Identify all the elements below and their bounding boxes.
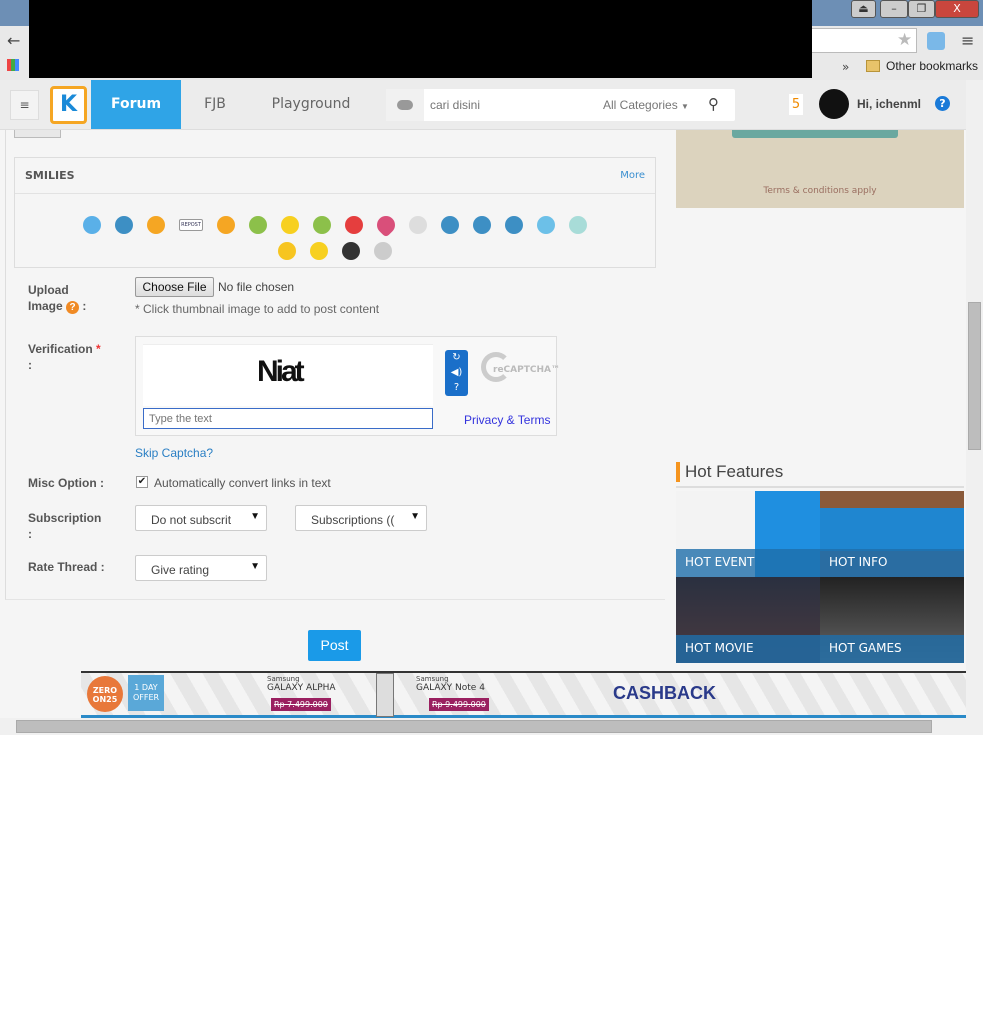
apps-icon[interactable] xyxy=(7,59,19,71)
subscription-type-select[interactable]: Subscriptions ((▼ xyxy=(295,505,427,531)
smilies-more-link[interactable]: More xyxy=(620,170,645,181)
smiley-icon[interactable] xyxy=(342,241,360,260)
profile-button[interactable]: ⏏ xyxy=(851,0,876,18)
close-window-button[interactable]: X xyxy=(935,0,979,18)
smiley-icon[interactable] xyxy=(537,215,555,234)
smiley-icon[interactable] xyxy=(217,215,235,234)
smiley-icon[interactable] xyxy=(345,215,363,234)
bookmarks-overflow[interactable]: » xyxy=(842,60,849,74)
nav-forum[interactable]: Forum xyxy=(91,80,181,129)
restore-button[interactable]: ❐ xyxy=(908,0,935,18)
smiley-icon[interactable] xyxy=(278,241,296,260)
post-button[interactable]: Post xyxy=(308,630,361,661)
skip-captcha-link[interactable]: Skip Captcha? xyxy=(135,446,213,460)
search-icon[interactable]: ⚲ xyxy=(708,95,719,113)
smiley-icon[interactable] xyxy=(505,215,523,234)
file-status: No file chosen xyxy=(218,280,295,294)
extension-icon[interactable] xyxy=(927,32,945,50)
smiley-icon[interactable] xyxy=(473,215,491,234)
captcha-controls: ↻ ◀)? xyxy=(445,350,468,396)
auto-links-checkbox[interactable]: ✔ xyxy=(136,476,148,488)
hot-event-tile[interactable]: HOT EVENT xyxy=(676,491,820,577)
misc-label: Misc Option : xyxy=(28,476,104,490)
heart-icon[interactable] xyxy=(373,211,399,238)
horizontal-scrollbar[interactable] xyxy=(0,718,983,735)
ad-headline: CASHBACK xyxy=(613,683,716,703)
horizontal-scroll-thumb[interactable] xyxy=(16,720,932,733)
captcha-image: Niat xyxy=(143,344,433,406)
search-input[interactable] xyxy=(430,93,580,117)
smiley-icon[interactable] xyxy=(310,241,328,260)
vertical-scroll-thumb[interactable] xyxy=(968,302,981,450)
ad-badge-zero: ZERO ON25 xyxy=(87,676,123,712)
ad-banner[interactable]: ZERO ON25 1 DAY OFFER Samsung GALAXY ALP… xyxy=(81,671,966,718)
ad-badge-offer: 1 DAY OFFER xyxy=(128,675,164,711)
upload-label: Upload Image ? : xyxy=(28,283,87,314)
user-greeting[interactable]: Hi, ichenml xyxy=(857,97,921,111)
redacted-region xyxy=(29,0,812,78)
site-header: ≡ K Forum FJB Playground All Categories … xyxy=(0,80,966,130)
smiley-icon[interactable] xyxy=(249,215,267,234)
menu-icon[interactable]: ≡ xyxy=(961,31,974,50)
smilies-grid: REPOST xyxy=(35,211,635,263)
rate-label: Rate Thread : xyxy=(28,560,105,574)
hot-features-title: Hot Features xyxy=(685,462,784,481)
notification-count[interactable]: 5 xyxy=(789,94,803,115)
rate-select[interactable]: Give rating ▼ xyxy=(135,555,267,581)
section-marker xyxy=(676,462,680,482)
upload-help-icon[interactable]: ? xyxy=(66,301,80,314)
smilies-panel: SMILIES More REPOST xyxy=(14,157,656,268)
repost-icon[interactable]: REPOST xyxy=(179,218,203,231)
refresh-icon[interactable]: ↻ xyxy=(445,350,468,365)
smiley-icon[interactable] xyxy=(313,215,331,234)
category-select[interactable]: All Categories ▼ xyxy=(603,98,689,112)
chat-icon[interactable] xyxy=(386,89,424,121)
folder-icon xyxy=(866,60,880,72)
minimize-button[interactable]: – xyxy=(880,0,908,18)
upload-hint: * Click thumbnail image to add to post c… xyxy=(135,302,380,316)
smiley-icon[interactable] xyxy=(409,215,427,234)
vertical-scrollbar[interactable] xyxy=(966,80,983,718)
help-icon[interactable]: ? xyxy=(935,96,950,111)
smiley-icon[interactable] xyxy=(569,215,587,234)
avatar[interactable] xyxy=(819,89,849,119)
auto-links-label: Automatically convert links in text xyxy=(154,476,331,490)
smiley-icon[interactable] xyxy=(441,215,459,234)
hot-info-tile[interactable]: HOT INFO xyxy=(820,491,964,577)
smiley-icon[interactable] xyxy=(374,241,392,260)
category-label: All Categories xyxy=(603,98,678,112)
terms-text: Terms & conditions apply xyxy=(763,186,877,196)
smiley-icon[interactable] xyxy=(115,215,133,234)
promo-banner[interactable]: Terms & conditions apply xyxy=(676,130,964,208)
nav-fjb[interactable]: FJB xyxy=(190,80,240,129)
back-icon[interactable]: ← xyxy=(7,31,20,50)
other-bookmarks[interactable]: Other bookmarks xyxy=(886,59,978,73)
kaskus-logo[interactable]: K xyxy=(50,86,87,124)
nav-playground[interactable]: Playground xyxy=(262,80,360,129)
hamburger-icon[interactable]: ≡ xyxy=(10,90,39,120)
privacy-terms-link[interactable]: Privacy & Terms xyxy=(464,413,550,427)
search-bar: All Categories ▼ ⚲ xyxy=(386,89,735,121)
audio-icon[interactable]: ◀) xyxy=(445,365,468,380)
hot-movie-tile[interactable]: HOT MOVIE xyxy=(676,577,820,663)
smiley-icon[interactable] xyxy=(147,215,165,234)
help-icon[interactable]: ? xyxy=(445,380,468,395)
smilies-title: SMILIES xyxy=(25,169,75,182)
captcha-widget: Niat ↻◀)? reCAPTCHA™ Privacy & Terms xyxy=(135,336,560,436)
choose-file-button[interactable]: Choose File xyxy=(135,277,214,297)
subscription-select[interactable]: Do not subscrit ▼ xyxy=(135,505,267,531)
captcha-input[interactable] xyxy=(143,408,433,429)
partial-button[interactable] xyxy=(14,130,61,138)
phone-image xyxy=(376,673,394,717)
smiley-icon[interactable] xyxy=(281,215,299,234)
bookmark-star-icon[interactable]: ★ xyxy=(897,30,912,50)
verification-label: Verification *: xyxy=(28,342,101,372)
subscription-label: Subscription: xyxy=(28,511,102,541)
smiley-icon[interactable] xyxy=(83,215,101,234)
hot-games-tile[interactable]: HOT GAMES xyxy=(820,577,964,663)
